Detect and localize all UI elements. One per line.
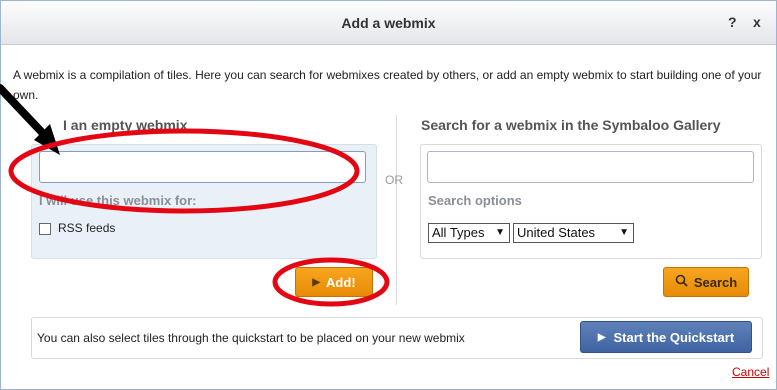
type-select-value: All Types bbox=[432, 225, 485, 240]
play-icon: ▶ bbox=[597, 331, 606, 343]
rss-feeds-checkbox[interactable] bbox=[39, 223, 51, 235]
start-quickstart-button[interactable]: ▶ Start the Quickstart bbox=[580, 321, 752, 353]
chevron-down-icon: ▼ bbox=[495, 227, 505, 238]
close-button[interactable]: x bbox=[753, 14, 761, 30]
help-button[interactable]: ? bbox=[728, 14, 737, 30]
cancel-link[interactable]: Cancel bbox=[732, 365, 769, 379]
add-webmix-dialog: Add a webmix ? x A webmix is a compilati… bbox=[0, 0, 777, 390]
column-divider bbox=[396, 115, 397, 305]
country-select-value: United States bbox=[517, 225, 596, 240]
webmix-name-input[interactable] bbox=[39, 151, 366, 183]
titlebar: Add a webmix ? x bbox=[1, 1, 776, 45]
search-options-label: Search options bbox=[428, 193, 522, 208]
rss-feeds-label: RSS feeds bbox=[58, 221, 116, 235]
play-icon: ▶ bbox=[312, 276, 321, 288]
webmix-use-label: I will use this webmix for: bbox=[39, 193, 197, 208]
intro-text: A webmix is a compilation of tiles. Here… bbox=[13, 68, 762, 102]
add-button-label: Add! bbox=[326, 274, 356, 290]
search-button[interactable]: Search bbox=[663, 267, 749, 297]
type-select[interactable]: All Types ▼ bbox=[428, 223, 510, 243]
or-label: OR bbox=[385, 173, 403, 187]
add-button[interactable]: ▶ Add! bbox=[295, 267, 373, 297]
search-gallery-title: Search for a webmix in the Symbaloo Gall… bbox=[421, 117, 721, 133]
search-icon bbox=[675, 274, 688, 290]
quickstart-text: You can also select tiles through the qu… bbox=[37, 331, 465, 345]
search-button-label: Search bbox=[693, 274, 738, 290]
add-empty-webmix-title: I an empty webmix bbox=[63, 117, 188, 133]
country-select[interactable]: United States ▼ bbox=[513, 223, 634, 243]
quickstart-button-label: Start the Quickstart bbox=[613, 329, 735, 345]
chevron-down-icon: ▼ bbox=[619, 227, 629, 238]
gallery-search-input[interactable] bbox=[427, 151, 754, 183]
dialog-title: Add a webmix bbox=[341, 15, 436, 31]
